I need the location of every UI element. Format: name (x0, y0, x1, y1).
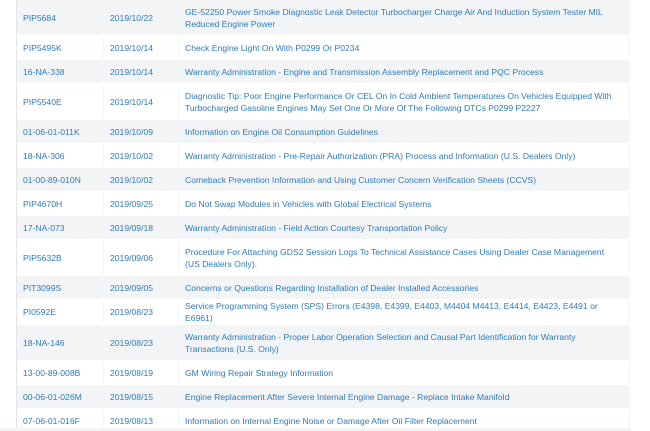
bulletin-title[interactable]: GE-52250 Power Smoke Diagnostic Leak Det… (178, 0, 630, 36)
table-row[interactable]: 18-NA-146 2019/08/23 Warranty Administra… (17, 324, 630, 361)
table-row[interactable]: PIP5632B 2019/09/06 Procedure For Attach… (17, 239, 630, 276)
table-row[interactable]: PIP5495K 2019/10/14 Check Engine Light O… (17, 35, 630, 60)
bulletin-date: 2019/08/19 (103, 360, 179, 385)
bulletin-title[interactable]: GM Wiring Repair Strategy Information (178, 360, 630, 385)
bulletin-title[interactable]: Do Not Swap Modules in Vehicles with Glo… (178, 191, 630, 216)
bulletin-title[interactable]: Diagnostic Tip: Poor Engine Performance … (178, 83, 630, 120)
bulletin-date: 2019/10/14 (103, 35, 179, 60)
bulletin-title[interactable]: Engine Replacement After Severe Internal… (178, 384, 630, 409)
bulletin-number[interactable]: PI0592E (17, 299, 104, 325)
bulletin-number[interactable]: PIP4670H (17, 191, 104, 216)
bulletin-number[interactable]: 18-NA-306 (17, 143, 104, 168)
bulletin-date: 2019/10/09 (103, 119, 179, 144)
bulletin-table-body: PIP5684 2019/10/22 GE-52250 Power Smoke … (17, 0, 630, 431)
table-row[interactable]: PIP5540E 2019/10/14 Diagnostic Tip: Poor… (17, 83, 630, 120)
bulletin-date: 2019/10/22 (103, 0, 179, 36)
bulletin-number[interactable]: PIP5540E (17, 83, 104, 120)
bulletin-date: 2019/09/18 (103, 215, 179, 240)
table-row[interactable]: PIP5684 2019/10/22 GE-52250 Power Smoke … (17, 0, 630, 36)
bulletin-number[interactable]: 01-00-89-010N (17, 167, 104, 192)
table-row[interactable]: 01-00-89-010N 2019/10/02 Comeback Preven… (17, 167, 630, 192)
table-row[interactable]: 17-NA-073 2019/09/18 Warranty Administra… (17, 215, 630, 240)
bulletin-number[interactable]: 18-NA-146 (17, 324, 104, 361)
bulletin-title[interactable]: Comeback Prevention Information and Usin… (178, 167, 630, 192)
bulletin-date: 2019/09/25 (103, 191, 179, 216)
bulletin-table: PIP5684 2019/10/22 GE-52250 Power Smoke … (17, 0, 630, 431)
table-row[interactable]: 13-00-89-008B 2019/08/19 GM Wiring Repai… (17, 360, 630, 385)
bulletin-date: 2019/09/06 (103, 239, 179, 276)
bulletin-title[interactable]: Information on Engine Oil Consumption Gu… (178, 119, 630, 144)
bulletin-title[interactable]: Warranty Administration - Engine and Tra… (178, 59, 630, 84)
bulletin-date: 2019/08/15 (103, 384, 179, 409)
bulletin-table-container: PIP5684 2019/10/22 GE-52250 Power Smoke … (0, 0, 631, 431)
table-row[interactable]: PIP4670H 2019/09/25 Do Not Swap Modules … (17, 191, 630, 216)
bulletin-date: 2019/10/02 (103, 167, 179, 192)
bulletin-date: 2019/10/14 (103, 59, 179, 84)
bulletin-number[interactable]: 13-00-89-008B (17, 360, 104, 385)
bulletin-number[interactable]: 01-06-01-011K (17, 119, 104, 144)
table-row[interactable]: 01-06-01-011K 2019/10/09 Information on … (17, 119, 630, 144)
bulletin-number[interactable]: PIP5495K (17, 35, 104, 60)
table-row[interactable]: 00-06-01-026M 2019/08/15 Engine Replacem… (17, 384, 630, 409)
table-row[interactable]: PI0592E 2019/08/23 Service Programming S… (17, 299, 630, 325)
bulletin-title[interactable]: Service Programming System (SPS) Errors … (178, 299, 630, 325)
bulletin-title[interactable]: Check Engine Light On With P0299 Or P023… (178, 35, 630, 60)
bulletin-date: 2019/08/23 (103, 324, 179, 361)
table-row[interactable]: PIT3099S 2019/09/05 Concerns or Question… (17, 275, 630, 300)
table-row[interactable]: 16-NA-338 2019/10/14 Warranty Administra… (17, 59, 630, 84)
bulletin-date: 2019/10/02 (103, 143, 179, 168)
bulletin-title[interactable]: Warranty Administration - Pre-Repair Aut… (178, 143, 630, 168)
bulletin-date: 2019/08/23 (103, 299, 179, 325)
bulletin-number[interactable]: 17-NA-073 (17, 215, 104, 240)
bulletin-date: 2019/10/14 (103, 83, 179, 120)
bulletin-number[interactable]: PIP5684 (17, 0, 104, 36)
bulletin-title[interactable]: Procedure For Attaching GDS2 Session Log… (178, 239, 630, 276)
bulletin-number[interactable]: 16-NA-338 (17, 59, 104, 84)
bulletin-title[interactable]: Concerns or Questions Regarding Installa… (178, 275, 630, 300)
bulletin-number[interactable]: 00-06-01-026M (17, 384, 104, 409)
bulletin-number[interactable]: PIT3099S (17, 275, 104, 300)
bulletin-date: 2019/09/05 (103, 275, 179, 300)
bulletin-title[interactable]: Warranty Administration - Field Action C… (178, 215, 630, 240)
bulletin-title[interactable]: Warranty Administration - Proper Labor O… (178, 324, 630, 361)
table-row[interactable]: 18-NA-306 2019/10/02 Warranty Administra… (17, 143, 630, 168)
bulletin-number[interactable]: PIP5632B (17, 239, 104, 276)
